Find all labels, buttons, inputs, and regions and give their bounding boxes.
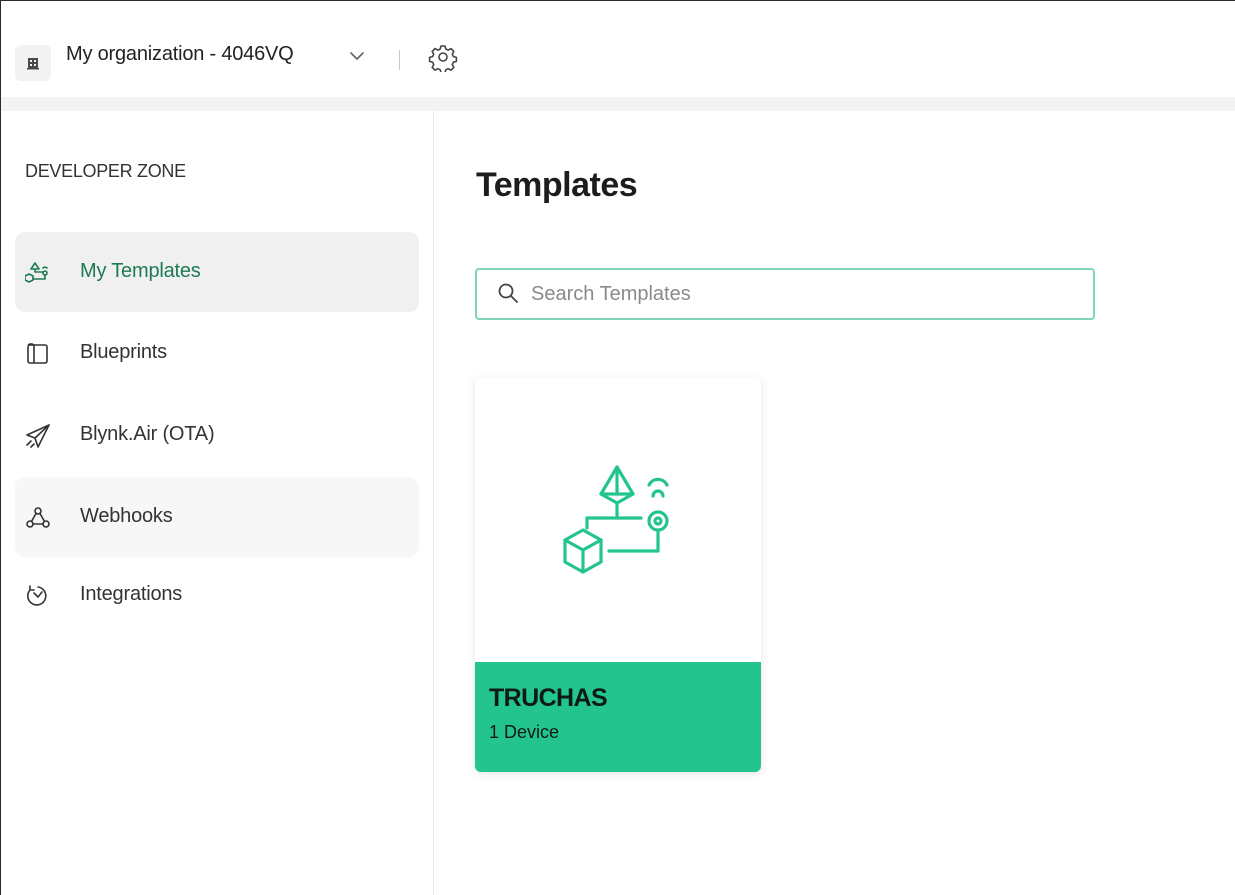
- search-icon: [498, 283, 518, 303]
- app-window: My organization - 4046VQ DEVELOPER ZONE: [0, 0, 1235, 895]
- top-header: My organization - 4046VQ: [1, 1, 1235, 97]
- template-illustration-icon: [563, 465, 669, 574]
- main-content: Templates Search Templates TRUCHAS 1 Dev…: [434, 111, 1235, 895]
- template-card-truchas[interactable]: TRUCHAS 1 Device: [475, 378, 761, 772]
- chevron-down-icon[interactable]: [349, 50, 365, 62]
- template-name: TRUCHAS: [489, 684, 608, 712]
- sidebar-item-label: Blueprints: [80, 341, 167, 363]
- sidebar-item-blueprints[interactable]: Blueprints: [15, 313, 419, 393]
- sidebar-item-label: Integrations: [80, 583, 183, 605]
- search-input[interactable]: [531, 278, 1071, 310]
- sidebar-item-integrations[interactable]: Integrations: [15, 555, 419, 635]
- organization-name[interactable]: My organization - 4046VQ: [66, 43, 294, 66]
- header-divider: [399, 50, 400, 70]
- sidebar-item-my-templates[interactable]: My Templates: [15, 232, 419, 312]
- organization-avatar[interactable]: [15, 45, 51, 81]
- building-icon: [27, 58, 39, 70]
- sidebar-item-label: Webhooks: [80, 505, 173, 527]
- sidebar-item-label: Blynk.Air (OTA): [80, 423, 215, 445]
- templates-icon: [25, 262, 48, 283]
- webhooks-icon: [26, 507, 50, 528]
- sidebar-item-webhooks[interactable]: Webhooks: [15, 477, 419, 557]
- search-box[interactable]: [475, 268, 1095, 320]
- template-card-footer: TRUCHAS 1 Device: [475, 662, 761, 772]
- sidebar-item-blynk-air[interactable]: Blynk.Air (OTA): [15, 395, 419, 475]
- header-band: [1, 97, 1235, 111]
- gear-icon[interactable]: [428, 42, 458, 72]
- blueprints-icon: [27, 343, 48, 364]
- integrations-icon: [27, 585, 47, 606]
- page-title: Templates: [476, 166, 638, 204]
- sidebar: DEVELOPER ZONE My Templates Blueprints B…: [1, 111, 434, 895]
- paper-plane-icon: [26, 424, 50, 448]
- sidebar-item-label: My Templates: [80, 260, 201, 282]
- sidebar-section-title: DEVELOPER ZONE: [25, 161, 186, 181]
- template-device-count: 1 Device: [489, 722, 560, 742]
